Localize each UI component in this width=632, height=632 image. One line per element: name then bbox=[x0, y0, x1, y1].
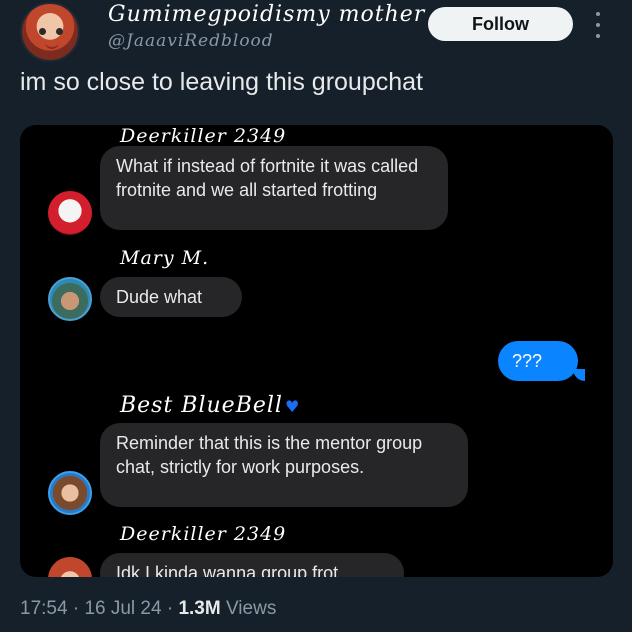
avatar-eye bbox=[39, 28, 46, 35]
avatar-mouth bbox=[45, 40, 59, 49]
bubble-tail bbox=[573, 369, 585, 381]
sender-avatar bbox=[48, 471, 92, 515]
author-avatar[interactable] bbox=[20, 2, 80, 62]
sender-label: Mary M. bbox=[120, 247, 210, 269]
views-label: Views bbox=[220, 598, 277, 619]
avatar-eye bbox=[56, 28, 63, 35]
more-vertical-icon[interactable] bbox=[596, 12, 604, 38]
sender-avatar bbox=[48, 557, 92, 577]
message-bubble: What if instead of fortnite it was calle… bbox=[100, 146, 448, 230]
my-message-bubble: ??? bbox=[498, 341, 578, 381]
separator: · bbox=[161, 598, 179, 619]
sender-avatar bbox=[48, 277, 92, 321]
follow-button[interactable]: Follow bbox=[428, 7, 573, 41]
sender-label: Deerkiller 2349 bbox=[120, 125, 287, 147]
post-time[interactable]: 17:54 bbox=[20, 598, 68, 619]
views-count: 1.3M bbox=[178, 598, 221, 619]
post-date[interactable]: 16 Jul 24 bbox=[84, 598, 161, 619]
tweet-text: im so close to leaving this groupchat bbox=[20, 68, 423, 96]
sender-avatar bbox=[48, 191, 92, 235]
message-bubble: Dude what bbox=[100, 277, 242, 317]
tweet-meta: 17:54 · 16 Jul 24 · 1.3M Views bbox=[20, 598, 276, 620]
sender-label: Deerkiller 2349 bbox=[120, 523, 287, 545]
separator: · bbox=[67, 598, 85, 619]
blue-heart-icon: ♥ bbox=[284, 397, 301, 416]
message-bubble: Idk I kinda wanna group frot bbox=[100, 553, 404, 577]
attached-image[interactable]: Deerkiller 2349 What if instead of fortn… bbox=[20, 125, 613, 577]
message-bubble: Reminder that this is the mentor group c… bbox=[100, 423, 468, 507]
author-display-name[interactable]: Gumimegpoidismy mother bbox=[108, 2, 425, 27]
sender-label: Best BlueBell ♥ bbox=[120, 393, 301, 418]
author-handle[interactable]: @JaaaviRedblood bbox=[108, 31, 274, 51]
